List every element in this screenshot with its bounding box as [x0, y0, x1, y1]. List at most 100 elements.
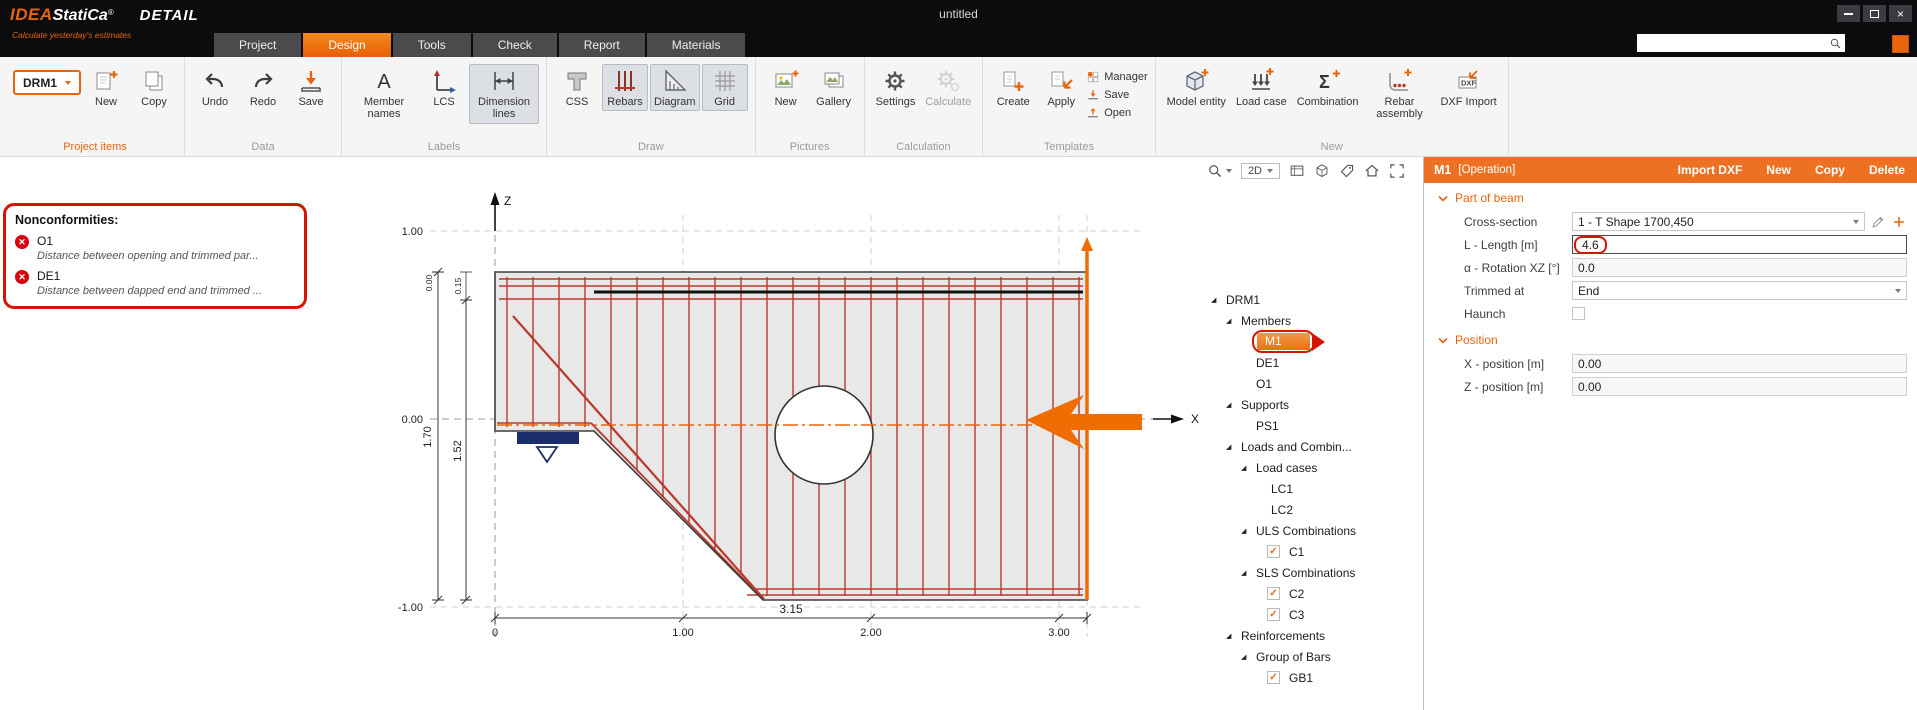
x-position-m-input[interactable]: 0.00	[1572, 354, 1907, 373]
tab-report[interactable]: Report	[559, 33, 645, 57]
tab-materials[interactable]: Materials	[647, 33, 746, 57]
z-position-m-input[interactable]: 0.00	[1572, 377, 1907, 396]
edit-cross-section-button[interactable]	[1870, 214, 1886, 230]
tab-tools[interactable]: Tools	[393, 33, 471, 57]
tree-item-members[interactable]: ◢Members	[1209, 310, 1395, 331]
l-length-m-input[interactable]: 4.6	[1572, 235, 1907, 254]
tree-checkbox[interactable]: ✓	[1267, 545, 1280, 558]
diagram-button[interactable]: Diagram	[650, 64, 700, 111]
tree-item-de1[interactable]: DE1	[1209, 352, 1395, 373]
rebar-assembly-button[interactable]: Rebar assembly	[1364, 64, 1434, 124]
project-item-combo[interactable]: DRM1	[13, 70, 81, 95]
gallery-button[interactable]: Gallery	[811, 64, 857, 111]
save-button[interactable]: Save	[1086, 88, 1147, 102]
model-canvas[interactable]: 3.15 1.00 0.00 -1.00 0 1.00 2.00 3.00 1.…	[0, 157, 1423, 710]
nonconformity-item-de1[interactable]: ✕DE1Distance between dapped end and trim…	[15, 269, 295, 297]
tree-expander-icon[interactable]: ◢	[1241, 527, 1252, 535]
import-dxf-action[interactable]: Import DXF	[1678, 163, 1743, 177]
home-view-button[interactable]	[1364, 163, 1380, 179]
copy-action[interactable]: Copy	[1815, 163, 1845, 177]
maximize-button[interactable]	[1863, 5, 1886, 22]
dxf-import-button[interactable]: DXFDXF Import	[1436, 64, 1500, 111]
tree-checkbox[interactable]: ✓	[1267, 608, 1280, 621]
redo-button[interactable]: Redo	[240, 64, 286, 111]
tree-expander-icon[interactable]: ◢	[1241, 569, 1252, 577]
apply-button[interactable]: Apply	[1038, 64, 1084, 111]
tree-item-c2[interactable]: ✓C2	[1209, 583, 1395, 604]
create-button[interactable]: Create	[990, 64, 1036, 111]
new-action[interactable]: New	[1766, 163, 1791, 177]
haunch-checkbox[interactable]	[1572, 307, 1585, 320]
operation-title: M1	[1434, 163, 1451, 177]
button-label: Manager	[1104, 71, 1147, 83]
new-button[interactable]: New	[83, 64, 129, 111]
tree-checkbox[interactable]: ✓	[1267, 587, 1280, 600]
tree-expander-icon[interactable]: ◢	[1226, 317, 1237, 325]
delete-action[interactable]: Delete	[1869, 163, 1905, 177]
dimension-lines-button[interactable]: Dimension lines	[469, 64, 539, 124]
tab-design[interactable]: Design	[303, 33, 390, 57]
trimmed-at-select[interactable]: End	[1572, 281, 1907, 300]
combination-button[interactable]: ΣCombination	[1293, 64, 1363, 111]
view-frame-button[interactable]	[1289, 163, 1305, 179]
search-input[interactable]	[1640, 37, 1829, 49]
manager-button[interactable]: Manager	[1086, 70, 1147, 84]
copy-button[interactable]: Copy	[131, 64, 177, 111]
tree-item-c1[interactable]: ✓C1	[1209, 541, 1395, 562]
undo-button[interactable]: Undo	[192, 64, 238, 111]
grid-button[interactable]: Grid	[702, 64, 748, 111]
new-button[interactable]: New	[763, 64, 809, 111]
tree-item-reinforcements[interactable]: ◢Reinforcements	[1209, 625, 1395, 646]
titlebar-orange-button[interactable]	[1892, 35, 1909, 53]
tree-expander-icon[interactable]: ◢	[1226, 401, 1237, 409]
tab-check[interactable]: Check	[473, 33, 557, 57]
tree-item-m1[interactable]: M1	[1209, 331, 1395, 352]
tree-item-gb1[interactable]: ✓GB1	[1209, 667, 1395, 688]
tree-expander-icon[interactable]: ◢	[1211, 296, 1222, 304]
svg-text:0: 0	[492, 627, 498, 639]
tree-expander-icon[interactable]: ◢	[1226, 443, 1237, 451]
member-names-button[interactable]: AMember names	[349, 64, 419, 124]
tree-item-loads-and-combin[interactable]: ◢Loads and Combin...	[1209, 436, 1395, 457]
tree-item-lc2[interactable]: LC2	[1209, 499, 1395, 520]
css-button[interactable]: CSS	[554, 64, 600, 111]
lcs-button[interactable]: LCS	[421, 64, 467, 111]
load-case-button[interactable]: Load case	[1232, 64, 1291, 111]
tree-expander-icon[interactable]: ◢	[1241, 653, 1252, 661]
open-button[interactable]: Open	[1086, 106, 1147, 120]
cross-section-select[interactable]: 1 - T Shape 1700,450	[1572, 212, 1865, 231]
tree-item-c3[interactable]: ✓C3	[1209, 604, 1395, 625]
tree-item-supports[interactable]: ◢Supports	[1209, 394, 1395, 415]
add-cross-section-button[interactable]	[1891, 214, 1907, 230]
tree-item-drm1[interactable]: ◢DRM1	[1209, 289, 1395, 310]
settings-button[interactable]: Settings	[872, 64, 920, 111]
tree-item-o1[interactable]: O1	[1209, 373, 1395, 394]
zoom-tool-button[interactable]	[1207, 163, 1232, 179]
tree-item-group-of-bars[interactable]: ◢Group of Bars	[1209, 646, 1395, 667]
svg-text:A: A	[377, 71, 391, 93]
close-button[interactable]: ×	[1889, 5, 1912, 22]
rotation-xz-input[interactable]: 0.0	[1572, 258, 1907, 277]
tree-expander-icon[interactable]: ◢	[1241, 464, 1252, 472]
rebars-button[interactable]: Rebars	[602, 64, 648, 111]
tree-item-lc1[interactable]: LC1	[1209, 478, 1395, 499]
model-entity-button[interactable]: Model entity	[1163, 64, 1230, 111]
save-button[interactable]: Save	[288, 64, 334, 111]
tree-item-uls-combinations[interactable]: ◢ULS Combinations	[1209, 520, 1395, 541]
tab-project[interactable]: Project	[214, 33, 301, 57]
nonconformity-item-o1[interactable]: ✕O1Distance between opening and trimmed …	[15, 234, 295, 262]
tree-item-sls-combinations[interactable]: ◢SLS Combinations	[1209, 562, 1395, 583]
minimize-button[interactable]	[1837, 5, 1860, 22]
calculate-button[interactable]: Calculate	[921, 64, 975, 111]
tree-expander-icon[interactable]: ◢	[1226, 632, 1237, 640]
solid-view-button[interactable]	[1314, 163, 1330, 179]
labels-view-button[interactable]	[1339, 163, 1355, 179]
section-header[interactable]: Part of beam	[1424, 183, 1917, 210]
section-header[interactable]: Position	[1424, 325, 1917, 352]
tree-item-load-cases[interactable]: ◢Load cases	[1209, 457, 1395, 478]
tree-item-ps1[interactable]: PS1	[1209, 415, 1395, 436]
fit-view-button[interactable]	[1389, 163, 1405, 179]
tree-checkbox[interactable]: ✓	[1267, 671, 1280, 684]
view-mode-button[interactable]: 2D	[1241, 163, 1280, 179]
search-icon[interactable]	[1829, 37, 1842, 50]
